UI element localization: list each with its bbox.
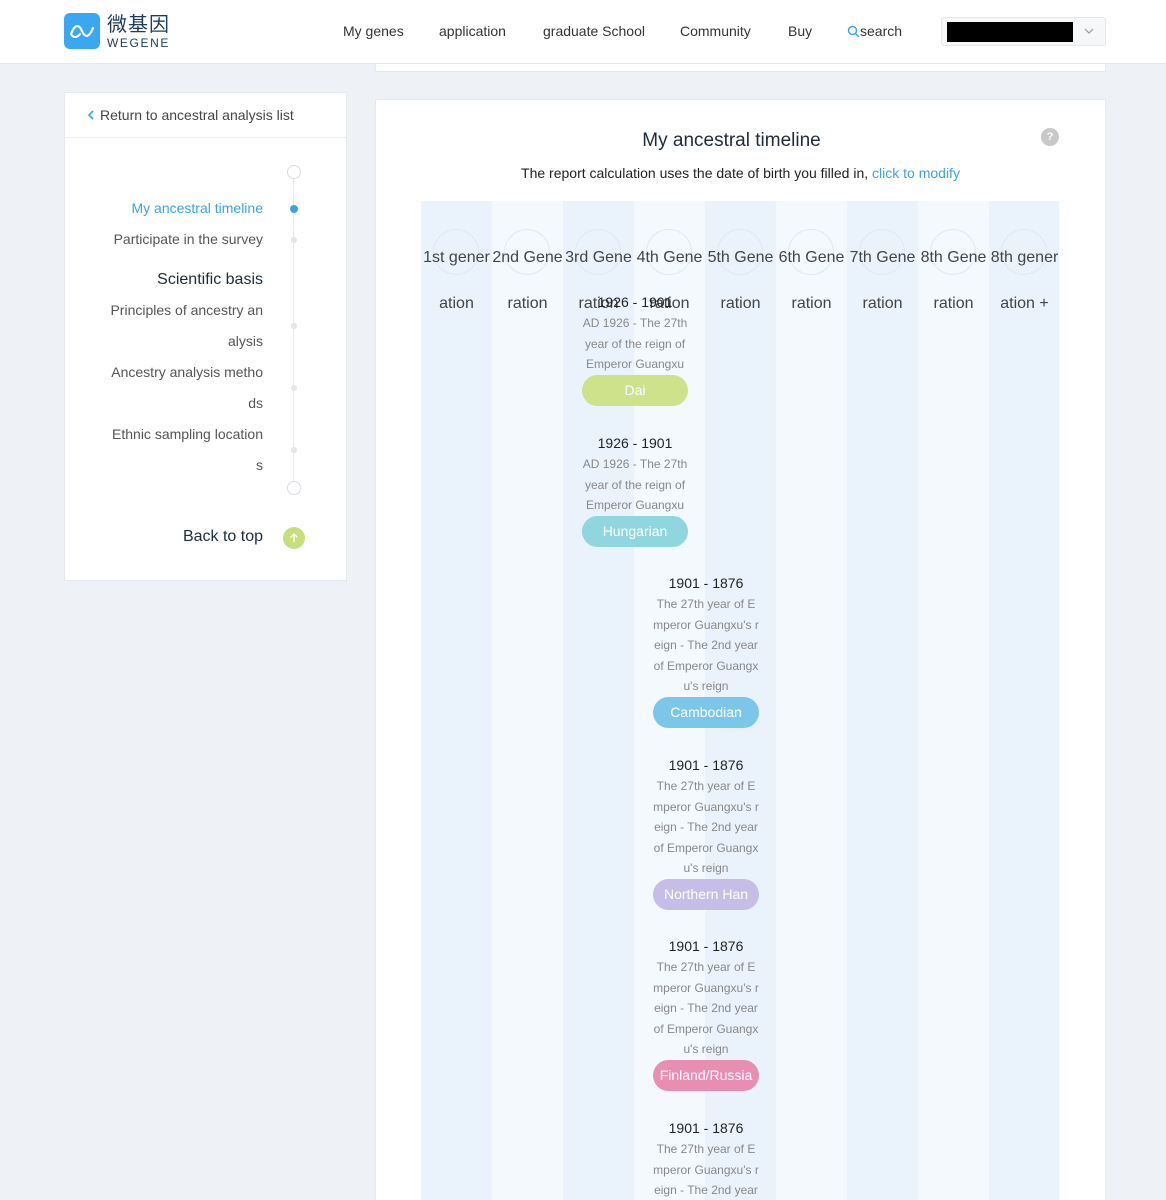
nav-graduate-school[interactable]: graduate School: [543, 23, 645, 39]
entry-years: 1901 - 1876: [668, 757, 744, 773]
generation-column-9: 8th generation +: [989, 201, 1059, 1200]
help-icon[interactable]: ?: [1041, 128, 1059, 146]
dna-logo-icon: [64, 13, 100, 49]
toc-participate-survey[interactable]: Participate in the survey: [114, 231, 263, 247]
page-title: My ancestral timeline: [642, 130, 821, 151]
top-navigation-bar: 微基因 WEGENE My genes application graduate…: [0, 0, 1166, 64]
nav-community[interactable]: Community: [680, 23, 751, 39]
brand-name-en: WEGENE: [107, 35, 170, 50]
toc-methods-line2[interactable]: ds: [248, 395, 263, 411]
toc-start-marker: [287, 165, 301, 179]
sidebar: Return to ancestral analysis list My anc…: [64, 92, 347, 581]
entry-years: 1926 - 1901: [597, 294, 673, 310]
brand-logo[interactable]: 微基因 WEGENE: [64, 13, 170, 49]
toc-methods-line1[interactable]: Ancestry analysis metho: [111, 364, 263, 380]
entry-years: 1901 - 1876: [668, 938, 744, 954]
generation-column-6: 6th Generation: [776, 201, 847, 1200]
nav-my-genes[interactable]: My genes: [343, 23, 404, 39]
ancestor-entry: 1901 - 1876 The 27th year of Emperor Gua…: [653, 1119, 759, 1200]
page-top-strip: [375, 64, 1106, 72]
toc-active-dot: [290, 205, 298, 213]
generation-column-2: 2nd Generation: [492, 201, 563, 1200]
generation-label[interactable]: 8th generation +: [989, 235, 1059, 373]
entry-era: AD 1926 - The 27th year of the reign of …: [582, 457, 688, 512]
birthdate-note: The report calculation uses the date of …: [376, 165, 1105, 181]
toc-heading-scientific-basis[interactable]: Scientific basis: [157, 271, 263, 289]
generation-label[interactable]: 2nd Generation: [492, 235, 563, 373]
generation-column-8: 8th Generation: [918, 201, 989, 1200]
search-icon: [847, 25, 860, 37]
generation-column-7: 7th Generation: [847, 201, 918, 1200]
toc-track: [293, 173, 294, 489]
back-to-top-button[interactable]: [283, 527, 305, 549]
toc-principles-line2[interactable]: alysis: [228, 333, 263, 349]
generation-timeline: 1st generation 2nd Generation 3rd Genera…: [421, 201, 1059, 1200]
back-to-top-label[interactable]: Back to top: [183, 528, 263, 546]
ethnicity-pill[interactable]: Hungarian: [582, 516, 688, 547]
nav-search[interactable]: search: [847, 23, 902, 39]
toc-dot: [291, 447, 297, 453]
ethnicity-pill[interactable]: Dai: [582, 375, 688, 406]
ethnicity-pill[interactable]: Northern Han: [653, 879, 759, 910]
ethnicity-pill[interactable]: Finland/Russia: [653, 1060, 759, 1091]
entry-era: AD 1926 - The 27th year of the reign of …: [582, 316, 688, 371]
birthdate-note-text: The report calculation uses the date of …: [521, 165, 869, 181]
ancestor-entry: 1901 - 1876 The 27th year of Emperor Gua…: [653, 756, 759, 910]
toc-my-ancestral-timeline[interactable]: My ancestral timeline: [132, 200, 264, 216]
brand-name-cn: 微基因: [107, 11, 170, 36]
toc-sampling-line1[interactable]: Ethnic sampling location: [112, 426, 263, 442]
generation-label[interactable]: 1st generation: [421, 235, 492, 373]
timeline-panel: My ancestral timeline ? The report calcu…: [375, 99, 1106, 1200]
entry-years: 1926 - 1901: [597, 435, 673, 451]
user-name-redacted: [947, 22, 1073, 42]
nav-buy[interactable]: Buy: [788, 23, 812, 39]
toc-end-marker: [287, 481, 301, 495]
toc-dot: [291, 237, 297, 243]
generation-label[interactable]: 7th Generation: [847, 235, 918, 373]
ethnicity-pill[interactable]: Cambodian: [653, 697, 759, 728]
generation-label[interactable]: 8th Generation: [918, 235, 989, 373]
modify-birthdate-link[interactable]: click to modify: [872, 165, 960, 181]
generation-column-1: 1st generation: [421, 201, 492, 1200]
toc-dot: [291, 385, 297, 391]
entry-years: 1901 - 1876: [668, 575, 744, 591]
user-account-dropdown[interactable]: [941, 17, 1106, 46]
entry-era: The 27th year of Emperor Guangxu's reign…: [653, 1142, 759, 1197]
ancestor-entry: 1901 - 1876 The 27th year of Emperor Gua…: [653, 937, 759, 1091]
chevron-left-icon: [87, 110, 94, 120]
entry-era: The 27th year of Emperor Guangxu's reign…: [653, 960, 759, 1056]
return-to-list-link[interactable]: Return to ancestral analysis list: [65, 93, 346, 138]
entry-era: The 27th year of Emperor Guangxu's reign…: [653, 779, 759, 875]
toc-principles-line1[interactable]: Principles of ancestry an: [110, 302, 263, 318]
toc-dot: [291, 323, 297, 329]
entry-era: The 27th year of Emperor Guangxu's reign…: [653, 597, 759, 693]
search-label: search: [860, 23, 903, 39]
ancestor-entry: 1926 - 1901 AD 1926 - The 27th year of t…: [582, 293, 688, 406]
return-label: Return to ancestral analysis list: [100, 107, 294, 123]
generation-label[interactable]: 5th Generation: [705, 235, 776, 373]
nav-application[interactable]: application: [439, 23, 506, 39]
chevron-down-icon: [1084, 28, 1094, 34]
ancestor-entry: 1926 - 1901 AD 1926 - The 27th year of t…: [582, 434, 688, 547]
ancestor-entry: 1901 - 1876 The 27th year of Emperor Gua…: [653, 574, 759, 728]
entry-years: 1901 - 1876: [668, 1120, 744, 1136]
generation-label[interactable]: 6th Generation: [776, 235, 847, 373]
arrow-up-icon: [290, 533, 298, 542]
toc-sampling-line2[interactable]: s: [256, 457, 263, 473]
